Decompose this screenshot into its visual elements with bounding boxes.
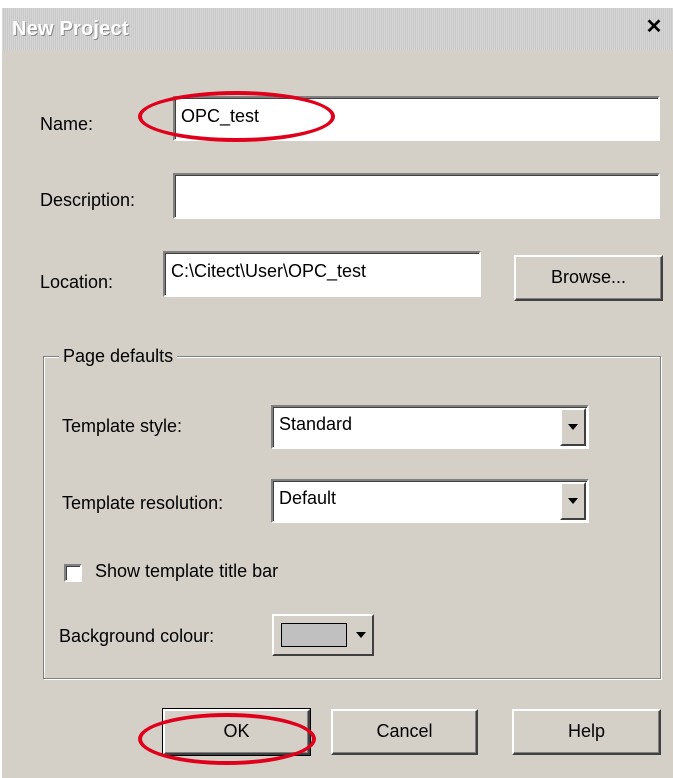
browse-button[interactable]: Browse...: [514, 255, 663, 301]
ok-button-label: OK: [223, 721, 250, 741]
cancel-button-label: Cancel: [376, 721, 433, 741]
page-defaults-title: Page defaults: [59, 346, 178, 367]
template-resolution-dropdown-button[interactable]: [560, 482, 586, 520]
close-button[interactable]: ✕: [642, 17, 666, 39]
template-resolution-label: Template resolution:: [62, 493, 224, 513]
chevron-down-icon: [356, 632, 366, 638]
help-button[interactable]: Help: [512, 709, 661, 755]
cancel-button[interactable]: Cancel: [331, 709, 478, 755]
name-field[interactable]: OPC_test: [173, 96, 660, 141]
help-button-label: Help: [567, 721, 606, 741]
show-title-bar-label[interactable]: Show template title bar: [95, 561, 278, 582]
chevron-down-icon: [568, 498, 578, 504]
background-colour-picker[interactable]: [272, 614, 374, 656]
template-style-label: Template style:: [62, 416, 183, 436]
location-field[interactable]: C:\Citect\User\OPC_test: [163, 251, 481, 297]
description-field[interactable]: [173, 173, 660, 219]
template-resolution-select[interactable]: Default: [271, 479, 589, 523]
template-style-select[interactable]: Standard: [271, 405, 589, 449]
location-field-value: C:\Citect\User\OPC_test: [171, 261, 367, 281]
location-label: Location:: [40, 272, 114, 292]
title-bar[interactable]: New Project ✕: [2, 8, 673, 50]
name-label: Name:: [40, 114, 94, 134]
template-style-value: Standard: [279, 414, 353, 434]
new-project-dialog: New Project ✕ Name: OPC_test Description…: [0, 8, 673, 778]
colour-swatch: [281, 623, 347, 647]
name-field-value: OPC_test: [181, 106, 260, 126]
chevron-down-icon: [568, 424, 578, 430]
close-icon: ✕: [645, 16, 663, 38]
dialog-title: New Project: [12, 18, 129, 40]
browse-button-label: Browse...: [550, 267, 627, 287]
background-colour-label: Background colour:: [59, 626, 215, 646]
template-style-dropdown-button[interactable]: [560, 408, 586, 446]
ok-button[interactable]: OK: [162, 708, 311, 756]
show-title-bar-checkbox[interactable]: [64, 564, 82, 582]
template-resolution-value: Default: [279, 488, 337, 508]
description-label: Description:: [40, 190, 136, 210]
